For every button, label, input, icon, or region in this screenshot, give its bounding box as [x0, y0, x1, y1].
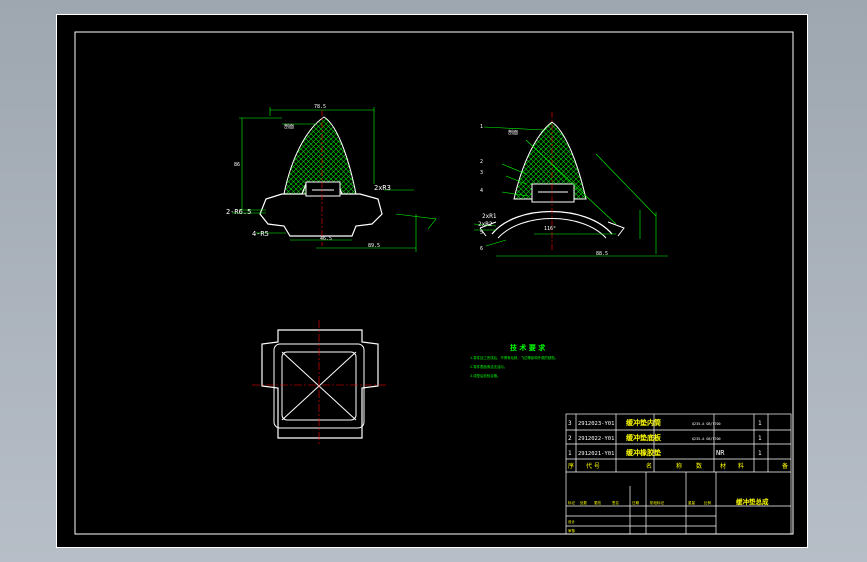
callout-1: 1 — [480, 124, 483, 130]
left-section-view: 78.5 86 2-R6.5 4-R5 2xR3 46.5 89.5 剖面 — [226, 104, 437, 252]
svg-text:重量: 重量 — [688, 500, 696, 505]
callout-6: 6 — [480, 246, 483, 252]
right-hatch-label: 剖面 — [508, 129, 518, 136]
svg-text:1: 1 — [758, 435, 762, 442]
technical-requirements: 技 术 要 求 1.零件加工完成后，不得有毛刺、飞边等影响外观的缺陷。 2.零件… — [470, 343, 558, 378]
svg-text:日期: 日期 — [632, 500, 640, 505]
svg-text:阶段标记: 阶段标记 — [650, 500, 664, 505]
callout-2: 2 — [480, 159, 483, 165]
svg-text:称: 称 — [676, 462, 682, 470]
right-section-view: 1 2 3 4 5 6 2xR1 2xR2 88.5 116° 剖面 — [473, 112, 668, 257]
svg-text:1: 1 — [758, 420, 762, 427]
svg-text:缓冲垫内筒: 缓冲垫内筒 — [625, 418, 661, 427]
small-fields: 标记 处数 更改 签名 日期 阶段标记 重量 比例 设计 审核 — [568, 500, 712, 533]
dim-r-small: 2-R6.5 — [226, 208, 251, 216]
dim-overall: 89.5 — [368, 243, 380, 249]
svg-text:1: 1 — [568, 450, 572, 457]
dim-top-width: 78.5 — [314, 104, 326, 110]
svg-text:序: 序 — [568, 462, 574, 470]
callout-4: 4 — [480, 188, 483, 194]
svg-text:Q235-A GB/T700: Q235-A GB/T700 — [692, 437, 721, 441]
left-hatch-label: 剖面 — [284, 123, 294, 130]
tech-note-1: 1.零件加工完成后，不得有毛刺、飞边等影响外观的缺陷。 — [470, 355, 558, 360]
svg-text:2912023-Y01: 2912023-Y01 — [578, 421, 614, 427]
dim-r-bottom: 4-R5 — [252, 230, 269, 238]
svg-text:标记: 标记 — [568, 500, 576, 505]
svg-text:签名: 签名 — [612, 500, 619, 505]
tech-note-2: 2.零件表面清洁无油污。 — [470, 364, 507, 369]
svg-text:2912022-Y01: 2912022-Y01 — [578, 436, 614, 442]
dim-base-width: 46.5 — [320, 236, 332, 242]
drawing-sheet: 78.5 86 2-R6.5 4-R5 2xR3 46.5 89.5 剖面 1 … — [56, 14, 808, 548]
parts-row-2: 2 2912022-Y01 缓冲垫底板 Q235-A GB/T700 1 — [568, 433, 762, 442]
svg-text:材: 材 — [720, 462, 726, 470]
svg-text:料: 料 — [738, 462, 744, 470]
svg-text:2: 2 — [568, 435, 572, 442]
svg-text:3: 3 — [568, 420, 572, 427]
tech-note-3: 3.成型后检验合格。 — [470, 373, 500, 378]
svg-text:缓冲垫底板: 缓冲垫底板 — [625, 433, 662, 442]
dim-r1: 2xR1 — [482, 213, 497, 220]
svg-text:名: 名 — [646, 462, 652, 470]
svg-text:2912021-Y01: 2912021-Y01 — [578, 451, 614, 457]
svg-text:备: 备 — [782, 462, 788, 470]
parts-row-3: 3 2912023-Y01 缓冲垫内筒 Q235-A GB/T700 1 — [568, 418, 762, 427]
left-inner-sleeve — [305, 181, 341, 197]
right-inner-sleeve — [531, 183, 575, 203]
title-block — [565, 413, 792, 535]
svg-text:NR: NR — [716, 449, 725, 457]
callout-5: 5 — [480, 230, 483, 236]
svg-text:更改: 更改 — [594, 500, 602, 505]
svg-text:设计: 设计 — [568, 519, 576, 524]
plan-view — [252, 320, 386, 446]
svg-text:审核: 审核 — [568, 528, 576, 533]
svg-text:比例: 比例 — [704, 500, 712, 505]
dim-angle: 116° — [544, 226, 556, 232]
callout-3: 3 — [480, 170, 483, 176]
svg-text:1: 1 — [758, 450, 762, 457]
svg-text:数: 数 — [696, 462, 702, 470]
tech-heading: 技 术 要 求 — [510, 343, 546, 352]
dim-height: 86 — [234, 162, 240, 168]
svg-text:Q235-A GB/T700: Q235-A GB/T700 — [692, 422, 721, 426]
svg-text:处数: 处数 — [580, 500, 588, 505]
svg-text:代 号: 代 号 — [586, 462, 600, 470]
dim-r2: 2xR2 — [478, 221, 493, 228]
parts-row-1: 1 2912021-Y01 缓冲橡胶垫 NR 1 — [568, 448, 762, 457]
cad-drawing: 78.5 86 2-R6.5 4-R5 2xR3 46.5 89.5 剖面 1 … — [56, 14, 808, 548]
svg-text:缓冲橡胶垫: 缓冲橡胶垫 — [625, 448, 661, 457]
part-name: 缓冲垫总成 — [735, 497, 769, 506]
parts-header: 序 代 号 名 称 数 材 料 备 — [568, 462, 788, 470]
dim-r-right: 2xR3 — [374, 184, 391, 192]
dim-right-width: 88.5 — [596, 251, 608, 257]
outer-frame — [56, 14, 808, 548]
